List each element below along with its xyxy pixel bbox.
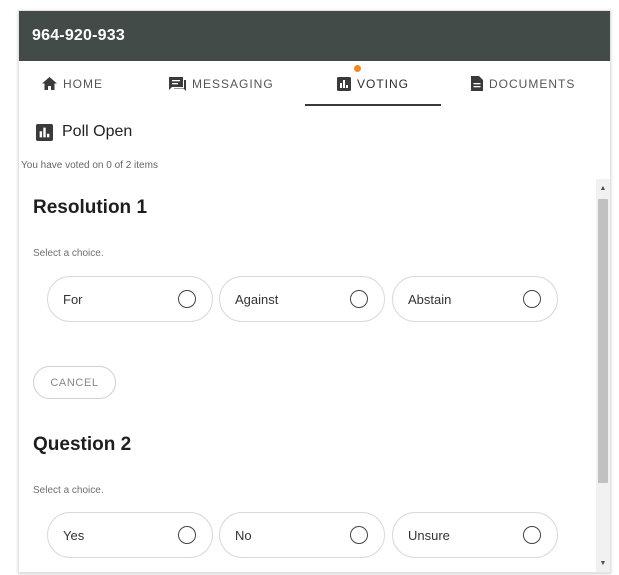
choice-abstain[interactable]: Abstain (392, 276, 558, 322)
tab-home[interactable]: HOME (42, 61, 103, 106)
tab-documents-label: DOCUMENTS (489, 76, 576, 91)
tab-voting[interactable]: VOTING (337, 61, 409, 106)
poll-status-label: Poll Open (62, 123, 133, 140)
choice-yes[interactable]: Yes (47, 512, 213, 558)
poll-status: Poll Open (36, 123, 132, 141)
select-hint: Select a choice. (33, 485, 104, 496)
poll-icon (36, 123, 53, 141)
scroll-thumb[interactable] (598, 199, 608, 483)
choice-no[interactable]: No (219, 512, 385, 558)
voting-notification-dot (354, 65, 361, 72)
active-tab-indicator (305, 104, 441, 106)
choice-label: Abstain (408, 291, 452, 307)
vote-progress-text: You have voted on 0 of 2 items (21, 160, 158, 171)
tab-messaging-label: MESSAGING (192, 76, 274, 91)
chat-icon (169, 76, 186, 91)
item-title: Question 2 (33, 434, 132, 455)
radio-icon (523, 526, 541, 544)
radio-icon (523, 290, 541, 308)
tab-voting-label: VOTING (357, 76, 410, 91)
tab-documents[interactable]: DOCUMENTS (471, 61, 575, 106)
scroll-down-arrow-icon[interactable]: ▼ (596, 556, 610, 570)
select-hint: Select a choice. (33, 248, 104, 259)
tab-bar: HOME MESSAGING VOTING DOCUMENTS (19, 61, 610, 106)
home-icon (42, 77, 57, 90)
radio-icon (178, 526, 196, 544)
choice-label: For (63, 291, 83, 307)
scroll-up-arrow-icon[interactable]: ▲ (596, 181, 610, 195)
choice-label: No (235, 527, 252, 543)
choice-label: Yes (63, 527, 85, 543)
radio-icon (350, 290, 368, 308)
tab-home-label: HOME (63, 76, 103, 91)
cancel-button[interactable]: CANCEL (33, 366, 116, 399)
window-title: 964-920-933 (19, 11, 610, 61)
ballot-scroll-area: Resolution 1 Select a choice. For Agains… (19, 179, 610, 572)
scrollbar[interactable]: ▲ ▼ (596, 179, 610, 572)
radio-icon (350, 526, 368, 544)
choice-unsure[interactable]: Unsure (392, 512, 558, 558)
choice-label: Against (235, 291, 279, 307)
choice-label: Unsure (408, 527, 450, 543)
radio-icon (178, 290, 196, 308)
item-title: Resolution 1 (33, 197, 148, 218)
choice-for[interactable]: For (47, 276, 213, 322)
document-icon (471, 76, 483, 91)
voting-panel: 964-920-933 HOME MESSAGING VOTING DOCUME… (18, 10, 611, 573)
tab-messaging[interactable]: MESSAGING (169, 61, 274, 106)
poll-icon (337, 76, 351, 91)
choice-against[interactable]: Against (219, 276, 385, 322)
